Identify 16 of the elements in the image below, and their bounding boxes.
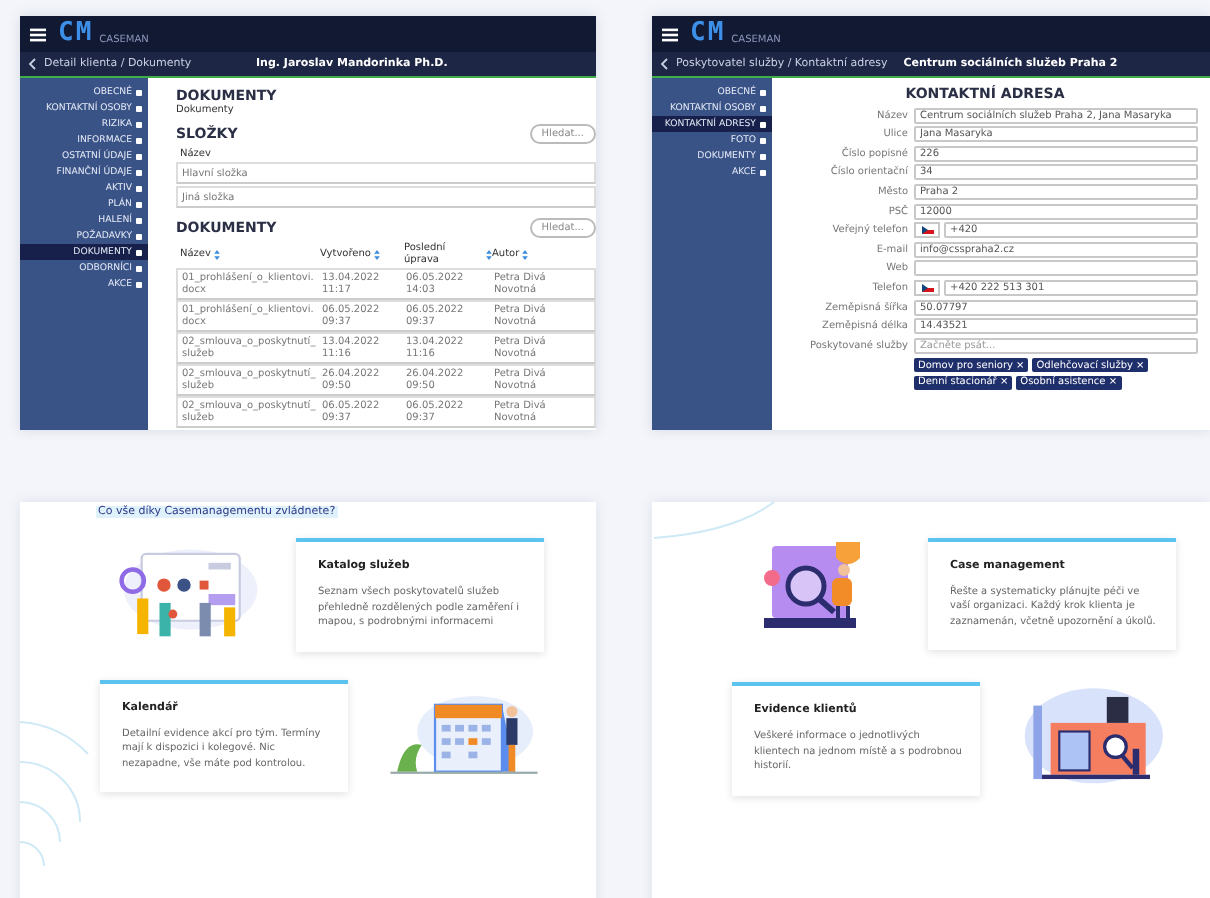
menu-icon[interactable] (662, 27, 678, 41)
logo: CM (690, 20, 726, 48)
menu-icon[interactable] (30, 27, 46, 41)
back-icon[interactable] (28, 58, 36, 70)
back-icon[interactable] (660, 58, 668, 70)
sort-icon[interactable] (486, 249, 492, 259)
flag-icon (921, 283, 933, 292)
sort-icon[interactable] (213, 249, 220, 259)
sort-icon[interactable] (522, 249, 529, 259)
country-select[interactable] (914, 222, 940, 239)
logo: CM (58, 20, 94, 48)
country-select[interactable] (914, 279, 940, 296)
arc-drawing (652, 502, 776, 542)
flag-icon (921, 226, 933, 235)
input-field[interactable] (914, 260, 1198, 277)
sort-icon[interactable] (373, 249, 380, 259)
